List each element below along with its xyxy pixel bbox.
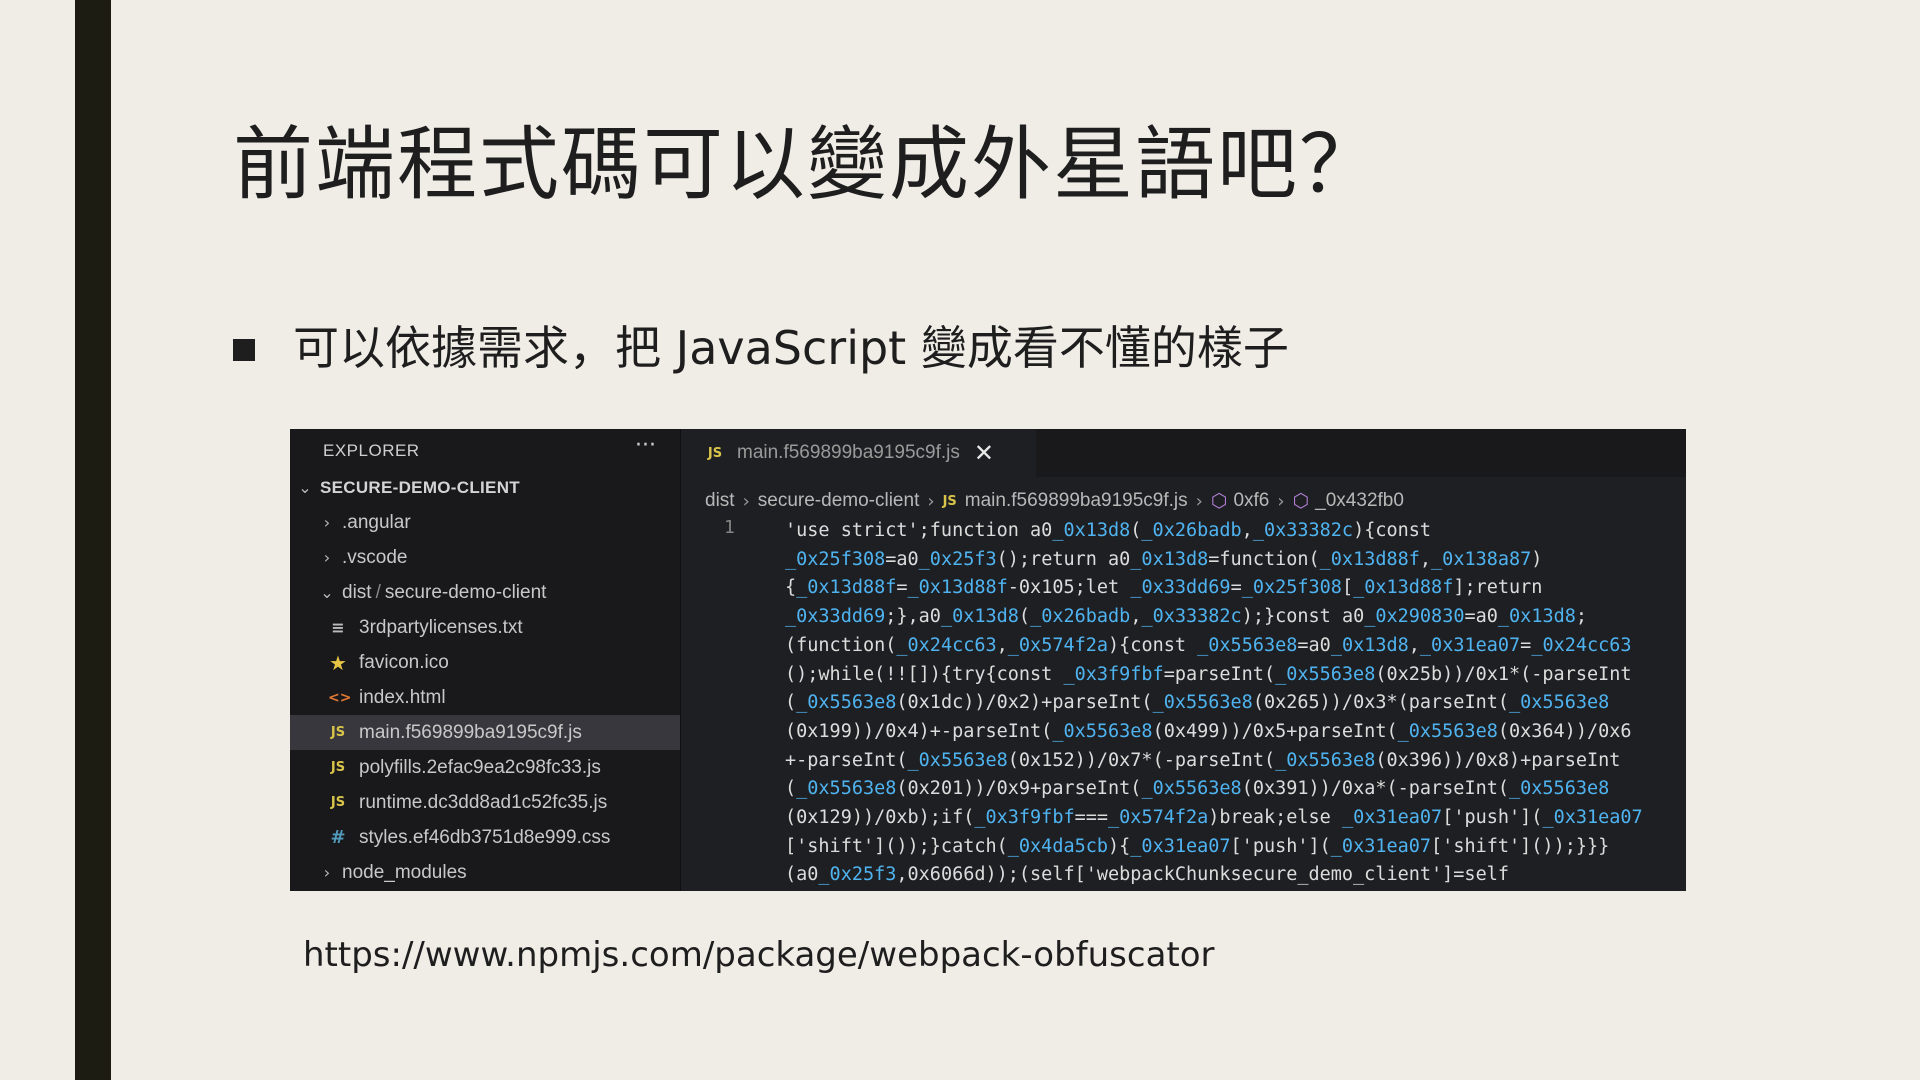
bullet-square-icon bbox=[233, 339, 255, 361]
chevron-right-icon: › bbox=[927, 490, 935, 512]
tree-item-styles-css[interactable]: # styles.ef46db3751d8e999.css bbox=[290, 820, 680, 855]
tree-item-3rdpartylicenses[interactable]: ≡ 3rdpartylicenses.txt bbox=[290, 610, 680, 645]
code-line: _0x33dd69;},a0_0x13d8(_0x26badb,_0x33382… bbox=[785, 606, 1588, 628]
chevron-right-icon: › bbox=[742, 490, 750, 512]
bullet-item: 可以依據需求，把 JavaScript 變成看不懂的樣子 bbox=[233, 310, 1289, 380]
css-icon: # bbox=[330, 827, 346, 848]
code-line: (a0_0x25f3,0x6066d));(self['webpackChunk… bbox=[785, 864, 1509, 886]
js-icon: JS bbox=[330, 795, 346, 810]
code-line: {_0x13d88f=_0x13d88f-0x105;let _0x33dd69… bbox=[785, 577, 1543, 599]
more-actions-icon[interactable]: ··· bbox=[635, 433, 656, 458]
tree-item-label-sub: secure-demo-client bbox=[384, 581, 547, 603]
close-icon[interactable]: ✕ bbox=[974, 439, 994, 467]
chevron-right-icon: › bbox=[323, 548, 331, 567]
chevron-right-icon: › bbox=[323, 513, 331, 532]
tree-item-label: main.f569899ba9195c9f.js bbox=[359, 721, 582, 743]
code-line: 'use strict';function a0_0x13d8(_0x26bad… bbox=[785, 520, 1432, 541]
tree-item-index-html[interactable]: <> index.html bbox=[290, 680, 680, 715]
code-line: _0x25f308=a0_0x25f3();return a0_0x13d8=f… bbox=[785, 548, 1543, 570]
code-line: (_0x5563e8(0x1dc))/0x2)+parseInt(_0x5563… bbox=[785, 692, 1610, 714]
explorer-header: EXPLORER bbox=[323, 441, 420, 460]
code-line: (function(_0x24cc63,_0x574f2a){const _0x… bbox=[785, 634, 1632, 656]
js-icon: JS bbox=[330, 760, 346, 775]
tree-item-label-dir: dist bbox=[342, 581, 372, 603]
js-icon: JS bbox=[942, 493, 957, 509]
slide-title: 前端程式碼可以變成外星語吧？ bbox=[233, 118, 1381, 211]
js-icon: JS bbox=[707, 445, 723, 461]
star-icon: ★ bbox=[329, 650, 347, 675]
breadcrumb-file[interactable]: main.f569899ba9195c9f.js bbox=[965, 490, 1188, 512]
breadcrumb: dist › secure-demo-client › JS main.f569… bbox=[705, 484, 1404, 518]
chevron-right-icon: › bbox=[1195, 490, 1203, 512]
html-icon: <> bbox=[328, 689, 352, 706]
tree-item-vscode[interactable]: › .vscode bbox=[290, 540, 680, 575]
explorer-project-root[interactable]: ⌄ SECURE-DEMO-CLIENT bbox=[290, 470, 680, 505]
project-label: SECURE-DEMO-CLIENT bbox=[320, 477, 520, 497]
chevron-right-icon: › bbox=[323, 863, 331, 882]
chevron-down-icon: ⌄ bbox=[298, 478, 312, 497]
breadcrumb-symbol-1[interactable]: 0xf6 bbox=[1233, 490, 1269, 512]
tree-item-label: .vscode bbox=[342, 546, 408, 568]
code-line: (_0x5563e8(0x201))/0x9+parseInt(_0x5563e… bbox=[785, 778, 1610, 800]
tree-item-label: styles.ef46db3751d8e999.css bbox=[359, 826, 611, 848]
chevron-right-icon: › bbox=[1277, 490, 1285, 512]
explorer-panel: EXPLORER ··· ⌄ SECURE-DEMO-CLIENT › .ang… bbox=[290, 429, 681, 891]
symbol-cube-icon: ⬡ bbox=[1292, 490, 1310, 512]
tree-item-dist[interactable]: ⌄ dist / secure-demo-client bbox=[290, 575, 680, 610]
tree-item-polyfills-js[interactable]: JS polyfills.2efac9ea2c98fc33.js bbox=[290, 750, 680, 785]
path-separator: / bbox=[375, 581, 381, 603]
code-line: ['shift']());}catch(_0x4da5cb){_0x31ea07… bbox=[785, 835, 1610, 857]
slide-side-bar bbox=[75, 0, 111, 1080]
code-line: (0x199))/0x4)+-parseInt(_0x5563e8(0x499)… bbox=[785, 720, 1632, 742]
tree-item-label: polyfills.2efac9ea2c98fc33.js bbox=[359, 756, 601, 778]
tree-item-label: node_modules bbox=[342, 861, 467, 883]
package-url[interactable]: https://www.npmjs.com/package/webpack-ob… bbox=[303, 935, 1215, 975]
code-line: ();while(!![]){try{const _0x3f9fbf=parse… bbox=[785, 663, 1632, 685]
line-number: 1 bbox=[724, 517, 735, 538]
tab-label: main.f569899ba9195c9f.js bbox=[737, 442, 960, 463]
chevron-down-icon: ⌄ bbox=[320, 583, 334, 602]
tree-item-label: 3rdpartylicenses.txt bbox=[359, 616, 523, 638]
tree-item-label: index.html bbox=[359, 686, 446, 708]
tree-item-angular[interactable]: › .angular bbox=[290, 505, 680, 540]
js-icon: JS bbox=[330, 725, 346, 740]
code-line: +-parseInt(_0x5563e8(0x152))/0x7*(-parse… bbox=[785, 749, 1621, 771]
tree-item-label: .angular bbox=[342, 511, 411, 533]
symbol-cube-icon: ⬡ bbox=[1210, 490, 1228, 512]
code-editor-content[interactable]: 'use strict';function a0_0x13d8(_0x26bad… bbox=[785, 517, 1685, 890]
tree-item-node-modules[interactable]: › node_modules bbox=[290, 855, 680, 890]
tree-item-label: favicon.ico bbox=[359, 651, 449, 673]
editor-tab-bar: JS main.f569899ba9195c9f.js ✕ bbox=[681, 429, 1686, 477]
breadcrumb-dist[interactable]: dist bbox=[705, 490, 735, 512]
breadcrumb-symbol-2[interactable]: _0x432fb0 bbox=[1315, 490, 1404, 512]
breadcrumb-folder[interactable]: secure-demo-client bbox=[758, 490, 920, 512]
tab-main-js[interactable]: JS main.f569899ba9195c9f.js ✕ bbox=[681, 429, 1036, 477]
tree-item-runtime-js[interactable]: JS runtime.dc3dd8ad1c52fc35.js bbox=[290, 785, 680, 820]
tree-item-label: runtime.dc3dd8ad1c52fc35.js bbox=[359, 791, 608, 813]
tree-item-main-js[interactable]: JS main.f569899ba9195c9f.js bbox=[290, 715, 680, 750]
tree-item-favicon[interactable]: ★ favicon.ico bbox=[290, 645, 680, 680]
bullet-text: 可以依據需求，把 JavaScript 變成看不懂的樣子 bbox=[293, 321, 1289, 375]
code-line: (0x129))/0xb);if(_0x3f9fbf===_0x574f2a)b… bbox=[785, 807, 1643, 829]
vscode-screenshot: EXPLORER ··· ⌄ SECURE-DEMO-CLIENT › .ang… bbox=[290, 429, 1686, 891]
text-file-icon: ≡ bbox=[331, 618, 345, 637]
